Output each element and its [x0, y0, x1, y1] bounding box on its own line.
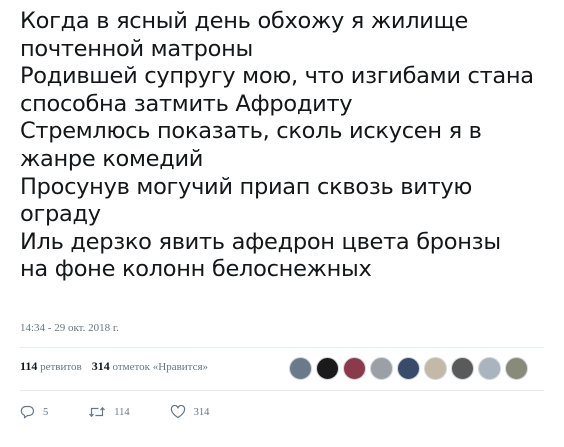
likes-count: 314	[91, 359, 110, 373]
retweets-label: ретвитов	[40, 361, 82, 373]
divider	[20, 347, 544, 348]
divider	[20, 390, 544, 391]
reply-icon	[20, 405, 35, 419]
tweet-line: Иль дерзко явить афедрон цвета бронзы	[20, 228, 501, 255]
heart-icon	[170, 405, 186, 419]
tweet-line: Стремлюсь показать, сколь искусен я в	[20, 118, 482, 145]
like-button[interactable]: 314	[170, 405, 210, 419]
tweet-line: ограду	[20, 201, 101, 228]
tweet-line: на фоне колонн белоснежных	[20, 256, 372, 283]
avatar[interactable]	[478, 357, 501, 380]
avatar[interactable]	[370, 357, 393, 380]
tweet-line: Когда в ясный день обхожу я жилище	[20, 8, 469, 34]
liker-avatars	[289, 357, 528, 380]
tweet-line: Просунув могучий приап сквозь витую	[20, 173, 473, 200]
tweet-actions: 5 114 314	[20, 405, 249, 419]
tweet-line: жанре комедий	[20, 145, 204, 172]
tweet-stats: 114 ретвитов 314 отметок «Нравится»	[20, 359, 208, 374]
retweet-icon	[88, 405, 106, 419]
avatar[interactable]	[316, 357, 339, 380]
retweet-count: 114	[114, 406, 130, 418]
tweet-line: почтенной матроны	[20, 35, 253, 62]
tweet-text: Когда в ясный день обхожу я жилище почте…	[20, 8, 550, 284]
reply-button[interactable]: 5	[20, 405, 48, 419]
avatar[interactable]	[343, 357, 366, 380]
tweet-timestamp[interactable]: 14:34 - 29 окт. 2018 г.	[20, 322, 119, 334]
tweet-line: Родившей супругу мою, что изгибами стана	[20, 63, 534, 90]
likes-label: отметок «Нравится»	[112, 361, 209, 373]
avatar[interactable]	[289, 357, 312, 380]
avatar[interactable]	[451, 357, 474, 380]
retweets-count: 114	[20, 359, 38, 373]
retweets-stat[interactable]: 114 ретвитов	[20, 359, 82, 373]
likes-stat[interactable]: 314 отметок «Нравится»	[91, 359, 209, 373]
avatar[interactable]	[505, 357, 528, 380]
like-count: 314	[193, 406, 210, 418]
reply-count: 5	[43, 406, 49, 418]
avatar[interactable]	[424, 357, 447, 380]
retweet-button[interactable]: 114	[88, 405, 130, 419]
tweet-line: способна затмить Афродиту	[20, 90, 353, 117]
avatar[interactable]	[397, 357, 420, 380]
